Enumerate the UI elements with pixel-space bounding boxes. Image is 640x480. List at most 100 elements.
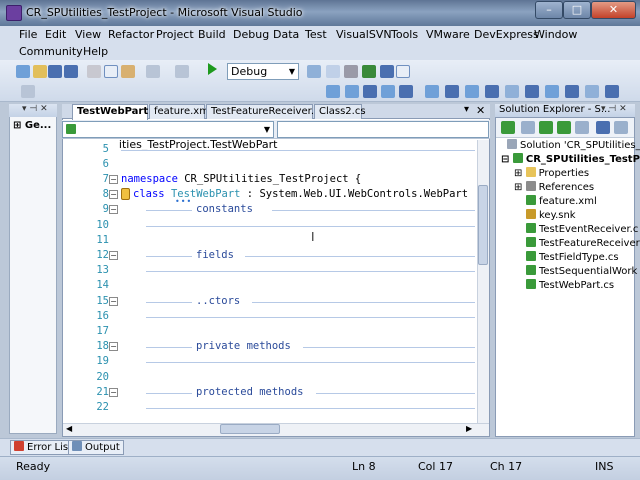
- menu-build[interactable]: Build: [198, 28, 226, 41]
- tree-item-testfeaturereceiver[interactable]: TestFeatureReceiver: [526, 237, 640, 251]
- tab-testwebpart[interactable]: TestWebPart.cs: [72, 104, 164, 120]
- menu-data[interactable]: Data: [273, 28, 299, 41]
- pin-icon[interactable]: ▾ ⊣ ✕: [22, 104, 48, 114]
- type-dropdown[interactable]: CR_SPUtilities_TestProject.TestWebPart ▼: [62, 121, 278, 151]
- collapse-toggle[interactable]: −: [109, 388, 118, 397]
- tab-dropdown-icon[interactable]: ▾: [464, 104, 469, 115]
- region-constants[interactable]: constants: [196, 202, 253, 217]
- toolbar-row2-icon-15[interactable]: [585, 85, 599, 98]
- tree-item-testsequentialwork[interactable]: TestSequentialWork: [526, 265, 637, 279]
- toolbox-icon[interactable]: [380, 65, 394, 78]
- toolbar-row2-icon-10[interactable]: [485, 85, 499, 98]
- collapse-toggle[interactable]: −: [109, 175, 118, 184]
- tab-output[interactable]: Output: [68, 440, 124, 455]
- menu-tools[interactable]: Tools: [391, 28, 418, 41]
- undo-icon[interactable]: [146, 65, 160, 78]
- panel-pin-icon[interactable]: ▾ ⊣ ✕: [601, 104, 627, 114]
- toolbar-row2-icon-6[interactable]: [399, 85, 413, 98]
- toolbar-row2-icon-14[interactable]: [565, 85, 579, 98]
- toolbar-row2-icon-7[interactable]: [425, 85, 439, 98]
- menu-refactor[interactable]: Refactor: [108, 28, 154, 41]
- tab-error-list[interactable]: Error List: [10, 440, 77, 455]
- toolbar-row2-icon-12[interactable]: [525, 85, 539, 98]
- find-in-files-icon[interactable]: [307, 65, 321, 78]
- close-button[interactable]: ✕: [591, 1, 636, 19]
- toolbar-row2-icon-2[interactable]: [326, 85, 340, 98]
- add-new-item-icon[interactable]: [16, 65, 30, 78]
- vertical-scroll-thumb[interactable]: [478, 185, 488, 265]
- object-browser-icon[interactable]: [362, 65, 376, 78]
- redo-icon[interactable]: [175, 65, 189, 78]
- menu-community[interactable]: Community: [19, 45, 83, 58]
- menu-file[interactable]: File: [19, 28, 37, 41]
- menu-visualsvn[interactable]: VisualSVN: [336, 28, 392, 41]
- copy-icon[interactable]: [104, 65, 118, 78]
- view-code-icon[interactable]: [557, 121, 571, 134]
- menu-devexpress[interactable]: DevExpress: [474, 28, 539, 41]
- horizontal-scroll-thumb[interactable]: [220, 424, 280, 434]
- toolbar-row2-icon-11[interactable]: [505, 85, 519, 98]
- menu-vmware[interactable]: VMware: [426, 28, 470, 41]
- refresh-icon[interactable]: [539, 121, 553, 134]
- toolbar-row2-icon-16[interactable]: [605, 85, 619, 98]
- tree-project[interactable]: ⊟ CR_SPUtilities_TestProj: [501, 153, 640, 167]
- view-designer-icon[interactable]: [575, 121, 589, 134]
- toolbar-extra-icon[interactable]: [614, 121, 628, 134]
- solution-configuration-select[interactable]: Debug ▼: [227, 63, 299, 80]
- menu-project[interactable]: Project: [156, 28, 194, 41]
- tree-item-testeventreceiver[interactable]: TestEventReceiver.c: [526, 223, 638, 237]
- tab-feature-xml[interactable]: feature.xml: [149, 104, 212, 119]
- menu-edit[interactable]: Edit: [45, 28, 66, 41]
- collapse-toggle[interactable]: −: [109, 251, 118, 260]
- toolbar-row2-icon-3[interactable]: [345, 85, 359, 98]
- menu-view[interactable]: View: [75, 28, 101, 41]
- collapse-toggle[interactable]: −: [109, 205, 118, 214]
- toolbar-row2-icon-4[interactable]: [363, 85, 377, 98]
- open-file-icon[interactable]: [33, 65, 47, 78]
- tree-item-key-snk[interactable]: key.snk: [526, 209, 576, 223]
- smart-tag-icon[interactable]: [121, 188, 130, 200]
- collapse-toggle[interactable]: −: [109, 190, 118, 199]
- properties-icon[interactable]: [501, 121, 515, 134]
- toolbar-row2-icon-8[interactable]: [445, 85, 459, 98]
- region-private-methods[interactable]: private methods: [196, 339, 291, 354]
- save-icon[interactable]: [48, 65, 62, 78]
- paste-icon[interactable]: [121, 65, 135, 78]
- solution-explorer-icon[interactable]: [326, 65, 340, 78]
- region-ctors[interactable]: ..ctors: [196, 294, 240, 309]
- show-all-files-icon[interactable]: [521, 121, 535, 134]
- tree-item-testwebpart[interactable]: TestWebPart.cs: [526, 279, 614, 293]
- menu-window[interactable]: Window: [534, 28, 577, 41]
- toolbar-row2-icon-13[interactable]: [545, 85, 559, 98]
- close-document-icon[interactable]: ✕: [476, 104, 485, 117]
- region-fields[interactable]: fields: [196, 248, 234, 263]
- menu-debug[interactable]: Debug: [233, 28, 269, 41]
- scroll-right-icon[interactable]: ▶: [466, 424, 472, 433]
- collapse-toggle[interactable]: −: [109, 342, 118, 351]
- tree-item-references[interactable]: ⊞ References: [514, 181, 594, 195]
- menu-help[interactable]: Help: [83, 45, 108, 58]
- cut-icon[interactable]: [87, 65, 101, 78]
- tab-class2[interactable]: Class2.cs: [314, 104, 366, 119]
- toolbar-row2-icon-1[interactable]: [21, 85, 35, 98]
- maximize-button[interactable]: □: [563, 1, 591, 19]
- left-panel-item[interactable]: ⊞ Ge...: [13, 120, 51, 131]
- tree-item-testfieldtype[interactable]: TestFieldType.cs: [526, 251, 619, 265]
- region-protected-methods[interactable]: protected methods: [196, 385, 303, 400]
- collapse-toggle[interactable]: −: [109, 297, 118, 306]
- minimize-button[interactable]: –: [535, 1, 563, 19]
- scroll-left-icon[interactable]: ◀: [66, 424, 72, 433]
- editor-vertical-scrollbar[interactable]: [477, 140, 489, 423]
- start-page-icon[interactable]: [396, 65, 410, 78]
- tab-testfeaturereceiver[interactable]: TestFeatureReceiver.cs: [206, 104, 325, 119]
- save-all-icon[interactable]: [64, 65, 78, 78]
- menu-test[interactable]: Test: [305, 28, 327, 41]
- properties-window-icon[interactable]: [344, 65, 358, 78]
- tree-item-properties[interactable]: ⊞ Properties: [514, 167, 589, 181]
- tree-item-feature-xml[interactable]: feature.xml: [526, 195, 597, 209]
- toolbar-row2-icon-5[interactable]: [381, 85, 395, 98]
- class-diagram-icon[interactable]: [596, 121, 610, 134]
- toolbar-row2-icon-9[interactable]: [465, 85, 479, 98]
- tree-solution[interactable]: Solution 'CR_SPUtilities_Te: [507, 139, 640, 153]
- member-dropdown[interactable]: [277, 121, 489, 138]
